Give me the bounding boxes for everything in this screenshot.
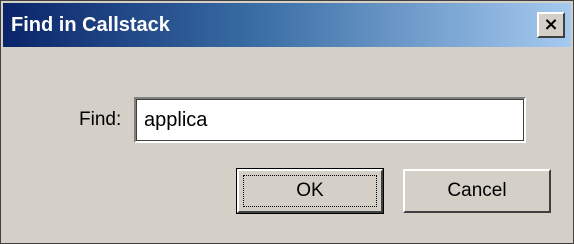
focus-rectangle [243,175,377,207]
close-button[interactable]: × [537,12,565,38]
dialog-title: Find in Callstack [11,14,170,36]
close-icon: × [543,14,559,35]
cancel-button[interactable]: Cancel [403,169,551,213]
title-bar[interactable]: Find in Callstack × [3,3,571,47]
find-in-callstack-dialog: Find in Callstack × Find: OK Cancel [0,0,574,244]
find-label: Find: [79,109,122,130]
ok-button[interactable]: OK [236,168,384,214]
cancel-button-label: Cancel [447,180,507,201]
find-input[interactable] [134,97,526,143]
